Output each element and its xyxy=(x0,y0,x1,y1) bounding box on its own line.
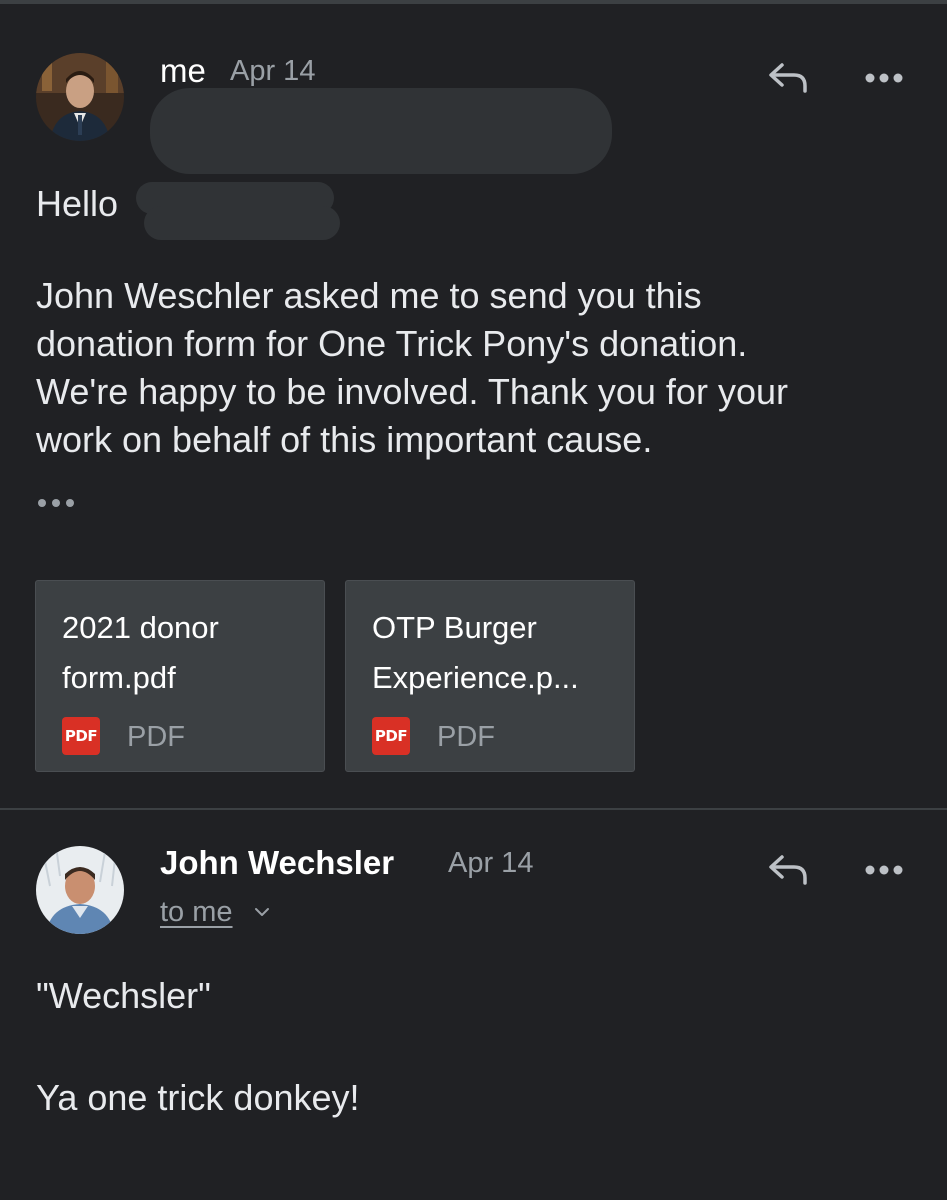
sender-name: me xyxy=(160,52,206,89)
show-trimmed-content-icon xyxy=(38,499,74,507)
sender-name: John Wechsler xyxy=(160,844,395,881)
pdf-badge-label: PDF xyxy=(64,727,98,745)
show-trimmed-content-button[interactable] xyxy=(34,488,84,518)
attachment-type: PDF xyxy=(437,721,495,753)
body-line-4: work on behalf of this important cause. xyxy=(36,419,653,460)
avatar[interactable] xyxy=(36,53,124,141)
reply-icon xyxy=(769,63,807,93)
attachment-card[interactable]: 2021 donor form.pdf PDF PDF xyxy=(35,580,325,772)
reply-button[interactable] xyxy=(760,842,816,898)
chevron-down-icon xyxy=(255,908,269,916)
recipient-expand-button[interactable] xyxy=(252,902,272,922)
body-line-1: John Weschler asked me to send you this xyxy=(36,275,702,316)
more-options-button[interactable] xyxy=(856,842,912,898)
message-1: me Apr 14 Hello John Weschler asked me t… xyxy=(0,0,947,808)
redacted-recipients xyxy=(150,88,612,174)
attachment-name: OTP Burger Experience.p... xyxy=(372,610,579,695)
body-line-2: Ya one trick donkey! xyxy=(36,1077,360,1118)
pdf-icon: PDF xyxy=(372,717,410,755)
body-line-3: We're happy to be involved. Thank you fo… xyxy=(36,371,788,412)
avatar-photo xyxy=(36,846,124,934)
avatar-photo xyxy=(36,53,124,141)
redacted-name-tail xyxy=(144,206,340,240)
body-line-1: "Wechsler" xyxy=(36,975,211,1016)
pdf-icon: PDF xyxy=(62,717,100,755)
message-date: Apr 14 xyxy=(448,847,534,879)
greeting: Hello xyxy=(36,183,119,224)
body-line-2: donation form for One Trick Pony's donat… xyxy=(36,323,748,364)
reply-button[interactable] xyxy=(760,50,816,106)
more-options-icon xyxy=(865,865,903,875)
recipient-details-toggle[interactable]: to me xyxy=(160,896,233,929)
attachment-name: 2021 donor form.pdf xyxy=(62,610,219,695)
message-divider xyxy=(0,808,947,810)
message-date: Apr 14 xyxy=(230,55,316,87)
email-thread: me Apr 14 Hello John Weschler asked me t… xyxy=(0,0,947,1200)
more-options-button[interactable] xyxy=(856,50,912,106)
pdf-badge-label: PDF xyxy=(374,727,408,745)
attachment-type: PDF xyxy=(127,721,185,753)
attachment-card[interactable]: OTP Burger Experience.p... PDF PDF xyxy=(345,580,635,772)
reply-icon xyxy=(769,855,807,885)
avatar[interactable] xyxy=(36,846,124,934)
more-options-icon xyxy=(865,73,903,83)
